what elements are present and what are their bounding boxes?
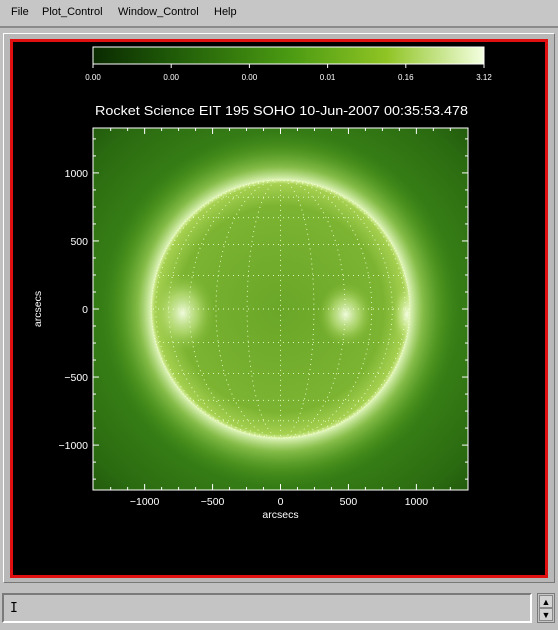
menu-file[interactable]: File [11, 6, 29, 18]
colorbar: 0.00 0.00 0.00 0.01 0.16 3.12 [85, 46, 492, 82]
active-region-west [317, 282, 374, 347]
x-tick-label: 0 [278, 496, 284, 508]
x-tick-label: −500 [201, 496, 225, 508]
y-tick-labels: −1000 −500 0 500 1000 [59, 168, 89, 452]
scroll-down-arrow-icon[interactable]: ▼ [539, 608, 553, 621]
colorbar-tick-label: 0.00 [242, 73, 258, 82]
y-tick-label: 1000 [65, 168, 89, 180]
colorbar-gradient [92, 46, 485, 65]
colorbar-tick-label: 3.12 [476, 73, 492, 82]
status-text: I [10, 601, 18, 616]
menu-window-control[interactable]: Window_Control [118, 6, 199, 18]
x-tick-labels: −1000 −500 0 500 1000 [130, 496, 428, 508]
colorbar-tick-label: 0.00 [163, 73, 179, 82]
menubar: File Plot_Control Window_Control Help [0, 0, 558, 28]
x-tick-label: 1000 [405, 496, 429, 508]
y-tick-label: 500 [70, 236, 88, 248]
solar-image-plot: 0.00 0.00 0.00 0.01 0.16 3.12 Rocket Science … [32, 46, 492, 521]
solar-image [93, 128, 468, 490]
colorbar-tick-label: 0.01 [320, 73, 336, 82]
status-scroll[interactable]: ▲ ▼ [537, 593, 555, 623]
main-frame: 0.00 0.00 0.00 0.01 0.16 3.12 Rocket Science … [3, 33, 555, 583]
menu-plot-control[interactable]: Plot_Control [42, 6, 103, 18]
y-tick-label: −500 [64, 372, 88, 384]
scroll-up-arrow-icon[interactable]: ▲ [539, 595, 553, 608]
status-bar[interactable]: I [2, 593, 532, 623]
x-tick-label: 500 [340, 496, 358, 508]
colorbar-tick-label: 0.00 [85, 73, 101, 82]
y-axis-label: arcsecs [32, 291, 44, 327]
colorbar-tick-label: 0.16 [398, 73, 414, 82]
y-tick-label: 0 [82, 304, 88, 316]
active-region-east [151, 273, 215, 354]
colorbar-ticks: 0.00 0.00 0.00 0.01 0.16 3.12 [85, 64, 492, 82]
y-tick-label: −1000 [59, 440, 89, 452]
plot-title: Rocket Science EIT 195 SOHO 10-Jun-2007 … [95, 104, 468, 118]
x-tick-label: −1000 [130, 496, 160, 508]
menu-help[interactable]: Help [214, 6, 237, 18]
plot-window[interactable]: 0.00 0.00 0.00 0.01 0.16 3.12 Rocket Science … [10, 39, 548, 578]
x-axis-label: arcsecs [262, 509, 298, 521]
